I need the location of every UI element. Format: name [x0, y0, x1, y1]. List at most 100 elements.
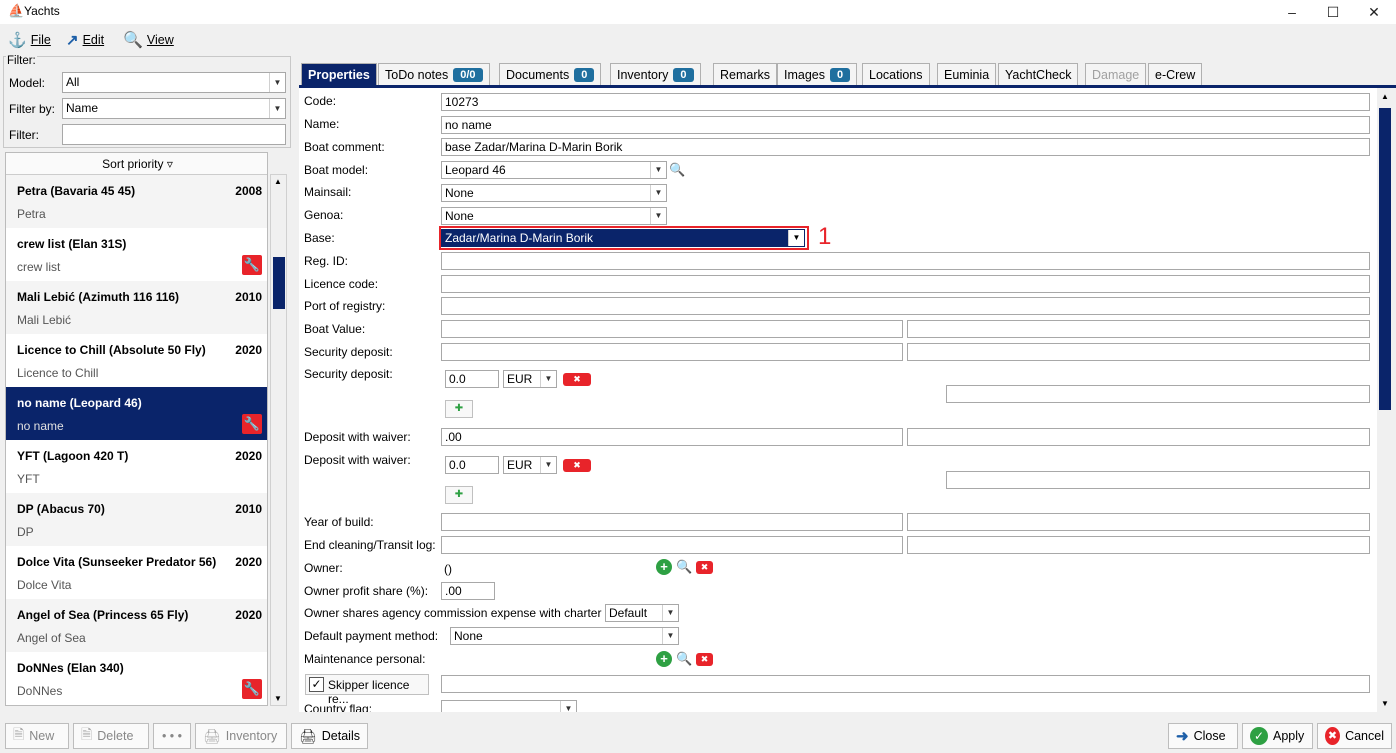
chevron-down-icon[interactable]: ▼	[269, 99, 285, 118]
add-icon[interactable]: +	[656, 651, 672, 667]
tab-images[interactable]: Images 0	[777, 63, 858, 85]
end-cleaning-field-2[interactable]	[907, 536, 1370, 554]
new-button[interactable]: 🗎 New	[5, 723, 69, 749]
maximize-button[interactable]: ☐	[1311, 0, 1355, 24]
menu-file[interactable]: ⚓ File	[8, 29, 51, 51]
menu-view[interactable]: 🔍 View	[123, 29, 174, 51]
filterby-select[interactable]: Name ▼	[62, 98, 286, 119]
cancel-button[interactable]: ✖ Cancel	[1317, 723, 1392, 749]
chevron-down-icon[interactable]: ▼	[650, 208, 666, 224]
tab-damage[interactable]: Damage	[1085, 63, 1147, 85]
inventory-button[interactable]: 🖨 Inventory	[195, 723, 287, 749]
list-scroll-thumb[interactable]	[273, 257, 285, 309]
boat-value-field[interactable]	[441, 320, 903, 338]
mainsail-select[interactable]: None ▼	[441, 184, 667, 202]
security-deposit-note[interactable]	[946, 385, 1370, 403]
reg-id-field[interactable]	[441, 252, 1370, 270]
close-button[interactable]: ➜ Close	[1168, 723, 1238, 749]
year-build-field-2[interactable]	[907, 513, 1370, 531]
security-deposit-field-2[interactable]	[907, 343, 1370, 361]
model-filter-select[interactable]: All ▼	[62, 72, 286, 93]
list-item[interactable]: DoNNes (Elan 340) DoNNes 🔧	[6, 652, 267, 705]
list-item[interactable]: Mali Lebić (Azimuth 116 116) 2010 Mali Leb…	[6, 281, 267, 334]
year-build-field[interactable]	[441, 513, 903, 531]
list-item[interactable]: Petra (Bavaria 45 45) 2008 Petra	[6, 175, 267, 228]
skipper-licence-field[interactable]	[441, 675, 1370, 693]
chevron-down-icon[interactable]: ▼	[662, 628, 678, 644]
list-item[interactable]: Licence to Chill (Absolute 50 Fly) 2020 Li…	[6, 334, 267, 387]
name-field[interactable]: no name	[441, 116, 1370, 134]
country-flag-select[interactable]: ▼	[441, 700, 577, 712]
sort-priority-header[interactable]: Sort priority ▿	[6, 153, 267, 175]
list-item[interactable]: Angel of Sea (Princess 65 Fly) 2020 Angel …	[6, 599, 267, 652]
owner-commission-select[interactable]: Default ▼	[605, 604, 679, 622]
tab-todo-notes[interactable]: ToDo notes 0/0	[378, 63, 490, 85]
search-icon[interactable]: 🔍	[669, 162, 685, 178]
tab-remarks[interactable]: Remarks	[713, 63, 778, 85]
tab-yachtcheck[interactable]: YachtCheck	[998, 63, 1079, 85]
remove-icon[interactable]: ✖	[563, 373, 591, 386]
close-window-button[interactable]: ✕	[1352, 0, 1396, 24]
add-row-icon[interactable]: ✚	[445, 400, 473, 418]
list-item[interactable]: crew list (Elan 31S) crew list 🔧	[6, 228, 267, 281]
chevron-down-icon[interactable]: ▼	[540, 457, 556, 473]
add-icon[interactable]: +	[656, 559, 672, 575]
licence-code-field[interactable]	[441, 275, 1370, 293]
checkbox-checked-icon[interactable]: ✓	[309, 677, 324, 692]
deposit-waiver-amount[interactable]: 0.0	[445, 456, 499, 474]
details-button[interactable]: 🖨 Details	[291, 723, 368, 749]
filter-text-input[interactable]	[62, 124, 286, 145]
deposit-waiver-currency[interactable]: EUR ▼	[503, 456, 557, 474]
payment-method-select[interactable]: None ▼	[450, 627, 679, 645]
form-scroll-thumb[interactable]	[1379, 108, 1391, 410]
port-registry-field[interactable]	[441, 297, 1370, 315]
more-button[interactable]: • • •	[153, 723, 191, 749]
tab-locations[interactable]: Locations	[862, 63, 930, 85]
base-select[interactable]: Zadar/Marina D-Marin Borik ▼	[441, 229, 805, 247]
security-deposit-amount[interactable]: 0.0	[445, 370, 499, 388]
genoa-select[interactable]: None ▼	[441, 207, 667, 225]
list-item[interactable]: no name (Leopard 46) no name 🔧	[6, 387, 267, 440]
tab-documents[interactable]: Documents 0	[499, 63, 602, 85]
chevron-down-icon[interactable]: ▼	[650, 185, 666, 201]
remove-icon[interactable]: ✖	[696, 561, 713, 574]
deposit-waiver-field-2[interactable]	[907, 428, 1370, 446]
list-item[interactable]: YFT (Lagoon 420 T) 2020 YFT	[6, 440, 267, 493]
deposit-waiver-note[interactable]	[946, 471, 1370, 489]
apply-button[interactable]: ✓ Apply	[1242, 723, 1313, 749]
boat-comment-field[interactable]: base Zadar/Marina D-Marin Borik	[441, 138, 1370, 156]
add-row-icon[interactable]: ✚	[445, 486, 473, 504]
tab-euminia[interactable]: Euminia	[937, 63, 997, 85]
list-scrollbar[interactable]: ▲ ▼	[270, 174, 287, 706]
chevron-down-icon[interactable]: ▼	[269, 73, 285, 92]
scroll-up-icon[interactable]: ▲	[1381, 92, 1389, 101]
chevron-down-icon[interactable]: ▼	[560, 701, 576, 712]
boat-value-field-2[interactable]	[907, 320, 1370, 338]
scroll-down-icon[interactable]: ▼	[1381, 699, 1389, 708]
list-item[interactable]: Dolce Vita (Sunseeker Predator 56) 2020 Do…	[6, 546, 267, 599]
tab-e-crew[interactable]: e-Crew	[1148, 63, 1203, 85]
code-field[interactable]: 10273	[441, 93, 1370, 111]
boat-model-select[interactable]: Leopard 46 ▼	[441, 161, 667, 179]
tab-inventory[interactable]: Inventory 0	[610, 63, 701, 85]
search-icon[interactable]: 🔍	[676, 651, 692, 667]
tab-properties[interactable]: Properties	[301, 63, 377, 86]
end-cleaning-field[interactable]	[441, 536, 903, 554]
owner-profit-field[interactable]: .00	[441, 582, 495, 600]
security-deposit-currency[interactable]: EUR ▼	[503, 370, 557, 388]
minimize-button[interactable]: –	[1270, 0, 1314, 24]
list-item[interactable]: DP (Abacus 70) 2010 DP	[6, 493, 267, 546]
chevron-down-icon[interactable]: ▼	[650, 162, 666, 178]
delete-button[interactable]: 🗎 Delete	[73, 723, 149, 749]
search-icon[interactable]: 🔍	[676, 559, 692, 575]
scroll-up-icon[interactable]: ▲	[274, 177, 282, 186]
remove-icon[interactable]: ✖	[563, 459, 591, 472]
deposit-waiver-field[interactable]: .00	[441, 428, 903, 446]
security-deposit-field[interactable]	[441, 343, 903, 361]
chevron-down-icon[interactable]: ▼	[540, 371, 556, 387]
menu-edit[interactable]: ↗ Edit	[66, 29, 104, 51]
scroll-down-icon[interactable]: ▼	[274, 694, 282, 703]
chevron-down-icon[interactable]: ▼	[662, 605, 678, 621]
skipper-licence-toggle[interactable]: ✓ Skipper licence re...	[305, 674, 429, 706]
remove-icon[interactable]: ✖	[696, 653, 713, 666]
